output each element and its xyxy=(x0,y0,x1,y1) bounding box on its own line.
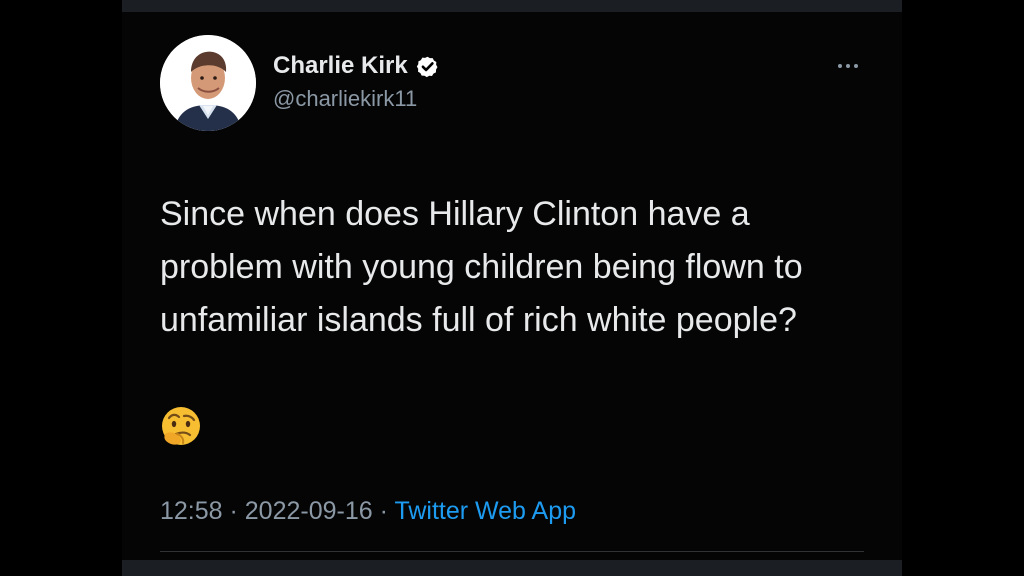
tweet-metadata: 12:58 · 2022-09-16 · Twitter Web App xyxy=(160,497,576,526)
bottom-strip xyxy=(122,560,902,576)
tweet-text: Since when does Hillary Clinton have a p… xyxy=(160,195,803,339)
tweet-time[interactable]: 12:58 xyxy=(160,497,223,525)
thinking-face-emoji xyxy=(162,407,200,445)
more-options-dot xyxy=(854,64,858,68)
profile-photo xyxy=(160,35,256,131)
screenshot-stage: Charlie Kirk @charliekirk11 Since when d… xyxy=(0,0,1024,576)
avatar[interactable] xyxy=(160,35,256,131)
author-handle[interactable]: @charliekirk11 xyxy=(273,86,417,112)
more-options-dot xyxy=(846,64,850,68)
more-options-icon xyxy=(838,64,842,68)
author-name-row[interactable]: Charlie Kirk xyxy=(273,52,439,80)
tweet-source-link[interactable]: Twitter Web App xyxy=(394,497,576,525)
more-options-button[interactable] xyxy=(830,56,866,76)
top-strip xyxy=(122,0,902,12)
metadata-separator: · xyxy=(222,497,245,525)
verified-badge-icon xyxy=(416,56,438,77)
tweet-date[interactable]: 2022-09-16 xyxy=(245,497,373,525)
tweet-card[interactable]: Charlie Kirk @charliekirk11 Since when d… xyxy=(122,12,902,560)
tweet-divider xyxy=(160,551,864,552)
metadata-separator: · xyxy=(372,497,395,525)
author-name[interactable]: Charlie Kirk xyxy=(273,52,408,80)
